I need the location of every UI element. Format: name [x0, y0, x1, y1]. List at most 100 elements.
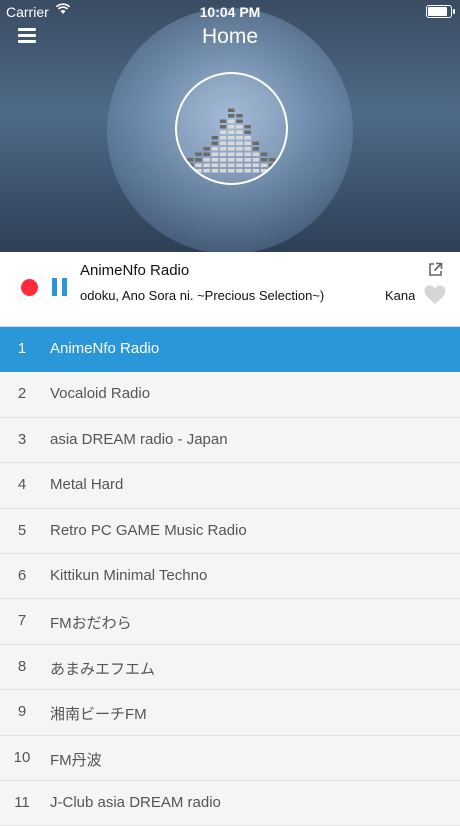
- equalizer-bar-segment: [269, 163, 276, 167]
- equalizer-bar-segment: [187, 163, 194, 167]
- equalizer-bar-segment: [244, 152, 251, 156]
- equalizer-bar-segment: [195, 152, 202, 156]
- equalizer-bar-segment: [203, 163, 210, 167]
- equalizer-bar-segment: [244, 163, 251, 167]
- station-number: 11: [14, 793, 30, 811]
- equalizer-bar-segment: [252, 152, 260, 156]
- station-row[interactable]: 3 asia DREAM radio - Japan: [0, 417, 460, 464]
- station-row[interactable]: 10 FM丹波: [0, 735, 460, 781]
- equalizer-bar-segment: [211, 152, 219, 156]
- station-number: 2: [17, 385, 27, 403]
- equalizer-bar-segment: [269, 158, 276, 162]
- equalizer-bar-segment: [203, 152, 210, 156]
- equalizer-bar-segment: [228, 125, 235, 129]
- station-row[interactable]: 11 J-Club asia DREAM radio: [0, 780, 460, 826]
- station-row[interactable]: 2 Vocaloid Radio: [0, 372, 460, 418]
- equalizer-bar-segment: [219, 147, 227, 151]
- heart-icon[interactable]: [424, 285, 446, 305]
- record-icon[interactable]: [21, 279, 38, 296]
- equalizer-bar-segment: [236, 158, 243, 162]
- station-number: 7: [17, 612, 27, 630]
- station-number: 3: [17, 430, 27, 448]
- equalizer-bar-segment: [244, 130, 251, 134]
- equalizer-bar-segment: [228, 147, 235, 151]
- now-playing-track: odoku, Ano Sora ni. ~Precious Selection~…: [80, 288, 325, 303]
- page-title: Home: [201, 25, 259, 48]
- equalizer-bar-segment: [244, 147, 251, 151]
- battery-icon: [426, 5, 455, 18]
- station-row[interactable]: 4 Metal Hard: [0, 463, 460, 509]
- equalizer-bar-segment: [236, 169, 243, 173]
- station-name: Retro PC GAME Music Radio: [50, 521, 247, 539]
- station-name: asia DREAM radio - Japan: [50, 430, 228, 448]
- clock: 10:04 PM: [199, 4, 261, 20]
- equalizer-bar-segment: [228, 108, 235, 112]
- station-row[interactable]: 1 AnimeNfo Radio: [0, 327, 460, 373]
- equalizer-bar-segment: [236, 147, 243, 151]
- equalizer-bar-segment: [252, 163, 260, 167]
- station-name: J-Club asia DREAM radio: [50, 793, 221, 811]
- equalizer-bar-segment: [252, 141, 260, 145]
- station-number: 6: [17, 566, 27, 584]
- equalizer-bar-segment: [211, 136, 219, 140]
- equalizer-bar-segment: [228, 152, 235, 156]
- equalizer-bar-segment: [236, 152, 243, 156]
- equalizer-bar-segment: [187, 169, 194, 173]
- share-icon[interactable]: [428, 262, 443, 277]
- equalizer-bar-segment: [211, 169, 219, 173]
- equalizer-bar-segment: [236, 114, 243, 118]
- equalizer-bar-segment: [260, 169, 268, 173]
- equalizer-bar-segment: [236, 119, 243, 123]
- equalizer-bar-segment: [219, 130, 227, 134]
- station-number: 10: [13, 748, 31, 766]
- now-playing-bar: AnimeNfo Radio odoku, Ano Sora ni. ~Prec…: [0, 252, 460, 327]
- equalizer-bar-segment: [236, 136, 243, 140]
- equalizer-bar-segment: [211, 158, 219, 162]
- station-number: 1: [17, 340, 27, 357]
- station-name: あまみエフエム: [50, 660, 156, 678]
- station-number: 4: [17, 476, 27, 494]
- now-playing-station: AnimeNfo Radio: [80, 262, 190, 279]
- equalizer-bar-segment: [244, 169, 251, 173]
- equalizer-bar-segment: [195, 158, 202, 162]
- equalizer-bar-segment: [236, 125, 243, 129]
- equalizer-bar-segment: [195, 169, 202, 173]
- station-name: 湘南ビーチFM: [50, 706, 147, 724]
- station-number: 9: [17, 703, 27, 721]
- station-row[interactable]: 6 Kittikun Minimal Techno: [0, 553, 460, 600]
- equalizer-bar-segment: [219, 136, 227, 140]
- equalizer-bar-segment: [203, 158, 210, 162]
- station-number: 8: [17, 657, 27, 675]
- station-row[interactable]: 7 FMおだわら: [0, 599, 460, 645]
- equalizer-bar-segment: [211, 163, 219, 167]
- station-row[interactable]: 8 あまみエフエム: [0, 644, 460, 691]
- equalizer-bar-segment: [244, 158, 251, 162]
- equalizer-bar-segment: [244, 136, 251, 140]
- header: Carrier 10:04 PM Home: [0, 0, 460, 252]
- equalizer-bar-segment: [236, 163, 243, 167]
- equalizer-bar-segment: [260, 158, 268, 162]
- station-number: 5: [17, 521, 27, 539]
- equalizer-bar-segment: [244, 125, 251, 129]
- status-bar: Carrier 10:04 PM: [0, 0, 460, 24]
- station-name: FM丹波: [50, 751, 102, 769]
- station-row[interactable]: 9 湘南ビーチFM: [0, 690, 460, 736]
- station-row[interactable]: 5 Retro PC GAME Music Radio: [0, 508, 460, 554]
- equalizer-bar-segment: [219, 169, 227, 173]
- equalizer-bar-segment: [236, 130, 243, 134]
- station-name: FMおだわら: [50, 615, 132, 633]
- station-name: Kittikun Minimal Techno: [50, 566, 208, 584]
- equalizer-bar-segment: [228, 158, 235, 162]
- equalizer-bar-segment: [236, 141, 243, 145]
- track-marquee: odoku, Ano Sora ni. ~Precious Selection~…: [80, 288, 415, 308]
- pause-icon[interactable]: [52, 278, 68, 296]
- equalizer-bar-segment: [228, 119, 235, 123]
- equalizer-bar-segment: [203, 147, 210, 151]
- equalizer-bar-segment: [219, 141, 227, 145]
- station-logo: [175, 72, 288, 185]
- equalizer-bar-segment: [219, 119, 227, 123]
- equalizer-bar-segment: [228, 141, 235, 145]
- station-list: 1 AnimeNfo Radio 2 Vocaloid Radio 3 asia DREA…: [0, 327, 460, 826]
- equalizer-bar-segment: [187, 158, 194, 162]
- equalizer-bar-segment: [219, 158, 227, 162]
